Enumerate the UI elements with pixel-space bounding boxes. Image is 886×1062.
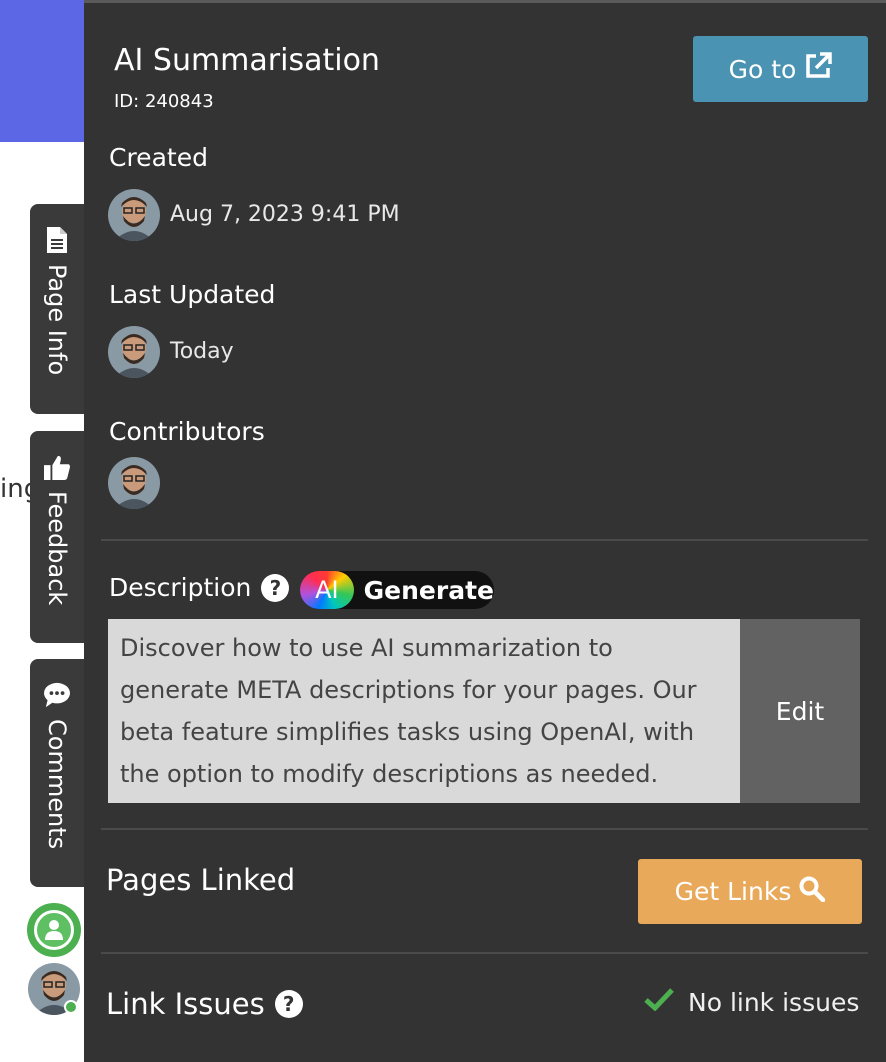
description-label: Description bbox=[109, 573, 252, 602]
tab-comments[interactable]: Comments bbox=[30, 659, 84, 887]
link-issues-status: No link issues bbox=[644, 987, 859, 1017]
comment-icon bbox=[44, 681, 70, 709]
contributors-label: Contributors bbox=[109, 417, 265, 446]
created-label: Created bbox=[109, 143, 208, 172]
go-to-label: Go to bbox=[728, 54, 797, 84]
divider bbox=[101, 539, 868, 541]
link-issues-label: Link Issues bbox=[106, 987, 265, 1021]
page-banner bbox=[0, 0, 84, 142]
description-text: Discover how to use AI summarization to … bbox=[108, 619, 740, 803]
page-title: AI Summarisation bbox=[114, 43, 380, 78]
tab-feedback-label: Feedback bbox=[43, 491, 71, 606]
page-id: ID: 240843 bbox=[114, 91, 214, 112]
online-status-dot bbox=[64, 1000, 78, 1014]
generate-label: Generate bbox=[363, 575, 494, 605]
pages-linked-label: Pages Linked bbox=[106, 863, 296, 897]
get-links-label: Get Links bbox=[674, 877, 792, 906]
tab-page-info-label: Page Info bbox=[43, 264, 71, 376]
link-status-text: No link issues bbox=[688, 987, 860, 1017]
external-link-icon bbox=[804, 52, 833, 86]
ai-badge: AI bbox=[300, 571, 354, 609]
last-updated-label: Last Updated bbox=[109, 280, 276, 309]
check-icon bbox=[644, 987, 674, 1017]
divider bbox=[101, 952, 868, 954]
go-to-button[interactable]: Go to bbox=[693, 36, 868, 102]
description-heading: Description ? bbox=[109, 573, 290, 602]
tab-feedback[interactable]: Feedback bbox=[30, 431, 84, 643]
last-updated-value: Today bbox=[170, 339, 234, 364]
get-links-button[interactable]: Get Links bbox=[638, 859, 862, 924]
document-icon bbox=[44, 226, 70, 254]
search-icon bbox=[799, 876, 826, 908]
ai-generate-button[interactable]: AI Generate bbox=[300, 571, 494, 609]
edit-description-button[interactable]: Edit bbox=[740, 619, 860, 803]
help-icon[interactable]: ? bbox=[261, 573, 290, 602]
help-icon[interactable]: ? bbox=[274, 990, 303, 1018]
page-info-panel: AI Summarisation ID: 240843 Go to Create… bbox=[84, 0, 886, 1062]
link-issues-heading: Link Issues ? bbox=[106, 987, 303, 1021]
updated-by-avatar[interactable] bbox=[108, 326, 160, 378]
created-date: Aug 7, 2023 9:41 PM bbox=[170, 202, 400, 227]
contributor-avatar[interactable] bbox=[108, 457, 160, 509]
thumbs-up-icon bbox=[44, 453, 70, 481]
user-icon bbox=[34, 910, 74, 950]
user-status-button[interactable] bbox=[27, 903, 81, 957]
created-by-avatar[interactable] bbox=[108, 189, 160, 241]
divider bbox=[101, 828, 868, 830]
tab-comments-label: Comments bbox=[43, 719, 71, 850]
tab-page-info[interactable]: Page Info bbox=[30, 204, 84, 414]
